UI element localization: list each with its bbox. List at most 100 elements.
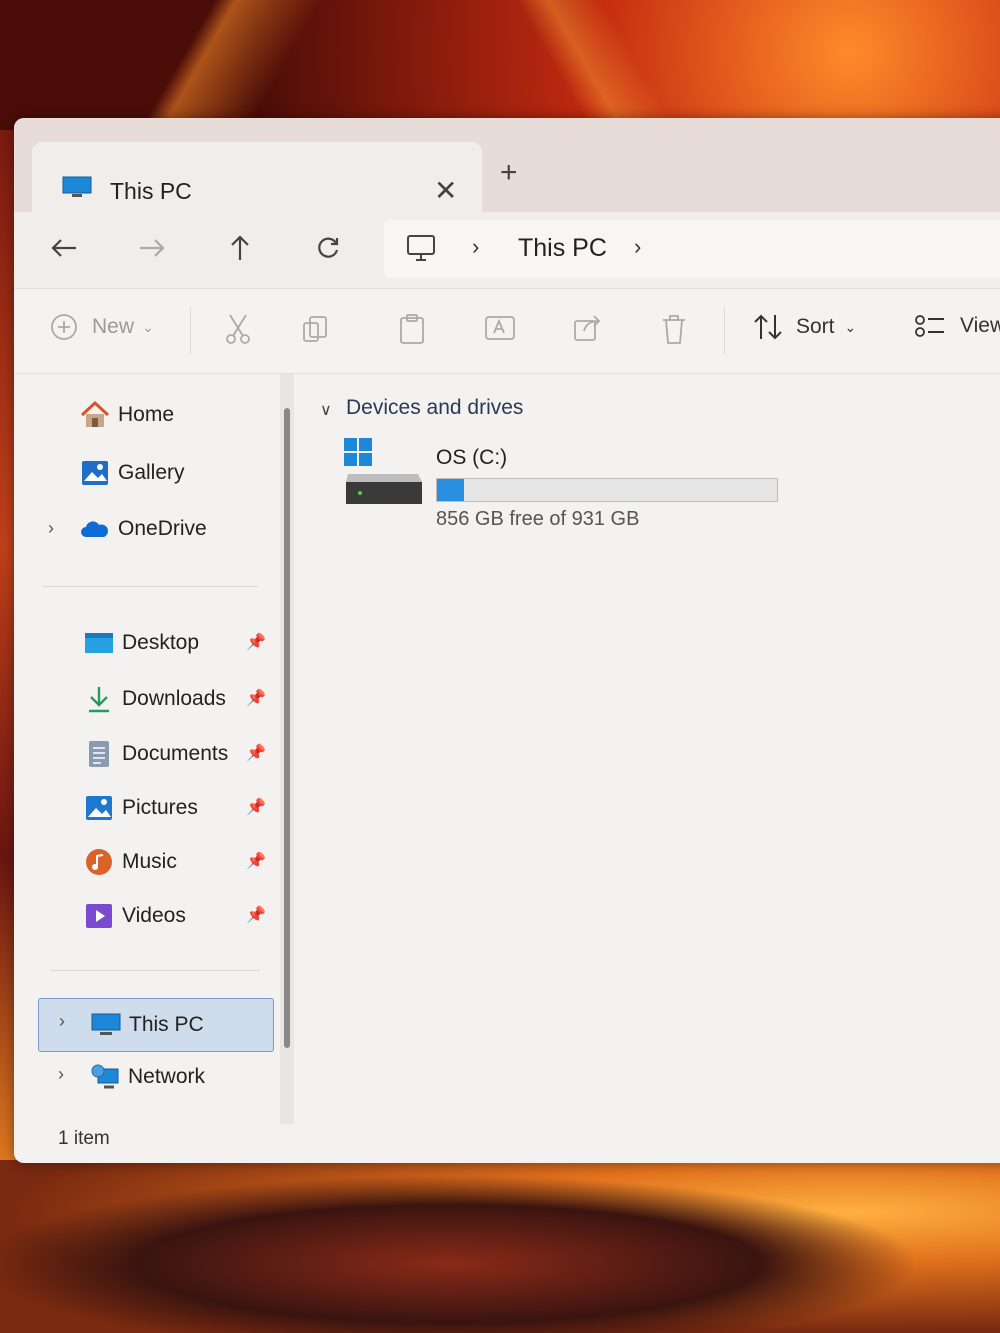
sidebar-item-label: Home xyxy=(118,403,175,426)
arrow-up-icon xyxy=(231,235,249,260)
title-bar: This PC ✕ + xyxy=(14,118,1000,214)
home-icon xyxy=(80,400,110,430)
chevron-down-icon[interactable]: ∨ xyxy=(320,400,332,420)
sort-arrows-icon xyxy=(754,314,782,340)
refresh-button[interactable] xyxy=(306,226,350,270)
chevron-down-icon: ⌄ xyxy=(844,318,857,335)
sidebar-item-label: Documents xyxy=(122,742,229,765)
new-button[interactable]: New ⌄ xyxy=(50,313,154,341)
chevron-right-icon[interactable]: › xyxy=(48,518,54,539)
download-arrow-icon xyxy=(84,684,114,714)
pin-icon[interactable]: 📌 xyxy=(246,797,266,817)
document-icon xyxy=(84,739,114,769)
share-button[interactable] xyxy=(572,313,602,343)
sidebar-item-label: Pictures xyxy=(122,796,198,819)
sidebar-item-gallery[interactable]: Gallery xyxy=(80,450,185,496)
drive-usage-bar xyxy=(436,478,778,502)
chevron-down-icon: ⌄ xyxy=(142,318,154,335)
pictures-icon xyxy=(84,793,114,823)
sort-label: Sort xyxy=(796,315,835,338)
divider xyxy=(190,307,191,355)
share-icon xyxy=(574,315,601,341)
sort-button[interactable]: Sort ⌄ xyxy=(752,313,856,341)
sidebar-item-onedrive[interactable]: OneDrive xyxy=(80,506,207,552)
status-item-count: 1 item xyxy=(58,1128,110,1149)
chevron-right-icon[interactable]: › xyxy=(58,1064,64,1085)
sidebar-item-pictures[interactable]: Pictures xyxy=(84,785,198,831)
navigation-bar: › This PC › xyxy=(14,212,1000,288)
sidebar-item-label: Network xyxy=(128,1065,206,1088)
this-pc-icon xyxy=(91,1010,121,1040)
close-tab-icon[interactable]: ✕ xyxy=(434,174,457,207)
sidebar-item-label: Videos xyxy=(122,904,186,927)
cut-button[interactable] xyxy=(224,313,252,345)
sidebar-item-downloads[interactable]: Downloads xyxy=(84,676,226,722)
sidebar-divider xyxy=(50,970,260,971)
view-label: View xyxy=(960,314,1000,337)
tab-this-pc[interactable]: This PC ✕ xyxy=(32,142,482,214)
view-button[interactable]: View xyxy=(914,313,1000,339)
pin-icon[interactable]: 📌 xyxy=(246,632,266,652)
sidebar-item-label: Gallery xyxy=(118,461,185,484)
sidebar-item-network[interactable]: Network xyxy=(90,1054,205,1100)
back-button[interactable] xyxy=(42,226,86,270)
onedrive-cloud-icon xyxy=(80,514,110,544)
forward-button[interactable] xyxy=(130,226,174,270)
address-bar[interactable]: › This PC › xyxy=(384,220,1000,278)
breadcrumb-separator-icon[interactable]: › xyxy=(472,234,479,260)
desktop-wallpaper-top xyxy=(0,0,1000,130)
videos-icon xyxy=(84,901,114,931)
up-button[interactable] xyxy=(218,226,262,270)
drive-usage-fill xyxy=(437,479,465,501)
sidebar-item-label: OneDrive xyxy=(118,517,207,540)
breadcrumb-chevron-icon[interactable]: › xyxy=(634,234,641,260)
breadcrumb-this-pc[interactable]: This PC xyxy=(518,234,607,263)
sidebar-item-documents[interactable]: Documents xyxy=(84,731,228,777)
delete-button[interactable] xyxy=(660,313,688,345)
sidebar-item-home[interactable]: Home xyxy=(80,392,174,438)
divider xyxy=(724,307,725,355)
drive-free-space: 856 GB free of 931 GB xyxy=(436,508,640,530)
music-icon xyxy=(84,847,114,877)
arrow-right-icon xyxy=(140,239,165,257)
group-header-devices-and-drives[interactable]: Devices and drives xyxy=(346,396,523,420)
paste-button[interactable] xyxy=(398,313,426,345)
monitor-icon xyxy=(407,235,435,261)
new-label: New xyxy=(92,315,135,338)
network-icon xyxy=(90,1062,120,1092)
clipboard-icon xyxy=(400,314,424,344)
new-tab-button[interactable]: + xyxy=(500,156,518,190)
plus-circle-icon xyxy=(51,314,77,340)
pin-icon[interactable]: 📌 xyxy=(246,688,266,708)
desktop-icon xyxy=(84,628,114,658)
content-pane: ∨ Devices and drives OS (C:) 856 GB free… xyxy=(304,374,1000,1163)
sidebar-item-videos[interactable]: Videos xyxy=(84,893,186,939)
desktop-wallpaper-bottom xyxy=(0,1160,1000,1333)
command-bar: New ⌄ Sort ⌄ View xyxy=(14,288,1000,374)
drive-os-c[interactable]: OS (C:) 856 GB free of 931 GB xyxy=(344,438,784,534)
rename-button[interactable] xyxy=(484,313,516,343)
sidebar-scrollbar-thumb[interactable] xyxy=(284,408,290,1048)
copy-button[interactable] xyxy=(300,313,330,343)
gallery-icon xyxy=(80,458,110,488)
sidebar-item-this-pc[interactable]: › This PC xyxy=(38,998,274,1052)
trash-icon xyxy=(663,315,685,344)
sidebar-divider xyxy=(42,586,258,587)
file-explorer-window: This PC ✕ + › This PC › New ⌄ Sort ⌄ Vie… xyxy=(14,118,1000,1163)
copy-icon xyxy=(303,316,327,342)
tab-title: This PC xyxy=(110,178,192,204)
sidebar-item-this-pc-row: This PC xyxy=(91,1002,204,1048)
pin-icon[interactable]: 📌 xyxy=(246,851,266,871)
refresh-icon xyxy=(318,237,339,258)
sidebar-item-desktop[interactable]: Desktop xyxy=(84,620,199,666)
sidebar-item-label: This PC xyxy=(129,1013,204,1036)
sidebar-item-music[interactable]: Music xyxy=(84,839,177,885)
sidebar-item-label: Desktop xyxy=(122,631,200,654)
pin-icon[interactable]: 📌 xyxy=(246,905,266,925)
drive-name: OS (C:) xyxy=(436,446,508,469)
rename-icon xyxy=(485,316,515,340)
pin-icon[interactable]: 📌 xyxy=(246,743,266,763)
chevron-right-icon[interactable]: › xyxy=(59,1011,65,1032)
sidebar-item-label: Downloads xyxy=(122,687,226,710)
scissors-icon xyxy=(226,314,250,344)
